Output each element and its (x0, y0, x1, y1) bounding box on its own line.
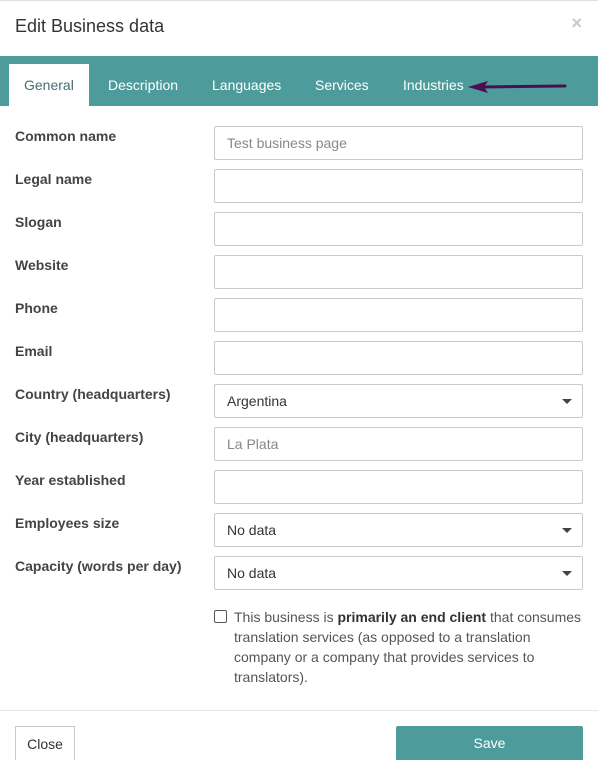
form-row-phone: Phone (0, 298, 598, 332)
annotation-arrow-icon (468, 81, 567, 93)
field-placeholder: La Plata (227, 436, 279, 452)
field-value: No data (227, 522, 277, 538)
form-row-slogan: Slogan (0, 212, 598, 246)
chevron-down-icon (562, 399, 572, 404)
field-label: Phone (15, 300, 58, 316)
dialog-header: Edit Business data × (0, 1, 598, 55)
form-row-capacity-words-per-day: Capacity (words per day) No data (0, 556, 598, 590)
field-label: City (headquarters) (15, 429, 144, 445)
tab-description[interactable]: Description (108, 64, 178, 106)
end-client-checkbox[interactable] (214, 610, 227, 623)
field-label: Capacity (words per day) (15, 558, 182, 574)
tab-industries[interactable]: Industries (403, 64, 464, 106)
field-label: Country (headquarters) (15, 386, 171, 402)
year-established-input[interactable] (214, 470, 583, 504)
form-row-country-headquarters: Country (headquarters) Argentina (0, 384, 598, 418)
end-client-label: This business is primarily an end client… (234, 607, 584, 687)
dialog-title: Edit Business data (15, 16, 165, 36)
phone-input[interactable] (214, 298, 583, 332)
footer-divider (0, 710, 598, 711)
field-label: Year established (15, 472, 126, 488)
save-button[interactable]: Save (396, 726, 583, 760)
end-client-option: This business is primarily an end client… (214, 607, 584, 687)
field-label: Email (15, 343, 53, 359)
form-row-website: Website (0, 255, 598, 289)
field-label: Website (15, 257, 69, 273)
form-row-employees-size: Employees size No data (0, 513, 598, 547)
close-button[interactable]: Close (15, 726, 75, 760)
tab-languages[interactable]: Languages (212, 64, 281, 106)
label-text-before: This business is (234, 609, 338, 625)
slogan-input[interactable] (214, 212, 583, 246)
form-row-city-headquarters: City (headquarters) La Plata (0, 427, 598, 461)
country-headquarters-select[interactable]: Argentina (214, 384, 583, 418)
city-headquarters-input[interactable]: La Plata (214, 427, 583, 461)
tab-services[interactable]: Services (315, 64, 369, 106)
common-name-input[interactable]: Test business page (214, 126, 583, 160)
chevron-down-icon (562, 528, 572, 533)
field-label: Legal name (15, 171, 93, 187)
chevron-down-icon (562, 571, 572, 576)
capacity-words-per-day-select[interactable]: No data (214, 556, 583, 590)
form-row-common-name: Common name Test business page (0, 126, 598, 160)
field-placeholder: Test business page (227, 135, 347, 151)
close-icon[interactable]: × (571, 13, 582, 34)
field-label: Employees size (15, 515, 120, 531)
email-input[interactable] (214, 341, 583, 375)
form-row-legal-name: Legal name (0, 169, 598, 203)
tab-general[interactable]: General (9, 64, 89, 106)
employees-size-select[interactable]: No data (214, 513, 583, 547)
field-label: Slogan (15, 214, 62, 230)
label-text-bold: primarily an end client (337, 609, 487, 625)
field-value: No data (227, 565, 277, 581)
field-value: Argentina (227, 393, 287, 409)
field-label: Common name (15, 128, 117, 144)
website-input[interactable] (214, 255, 583, 289)
form-row-email: Email (0, 341, 598, 375)
form-row-year-established: Year established (0, 470, 598, 504)
legal-name-input[interactable] (214, 169, 583, 203)
